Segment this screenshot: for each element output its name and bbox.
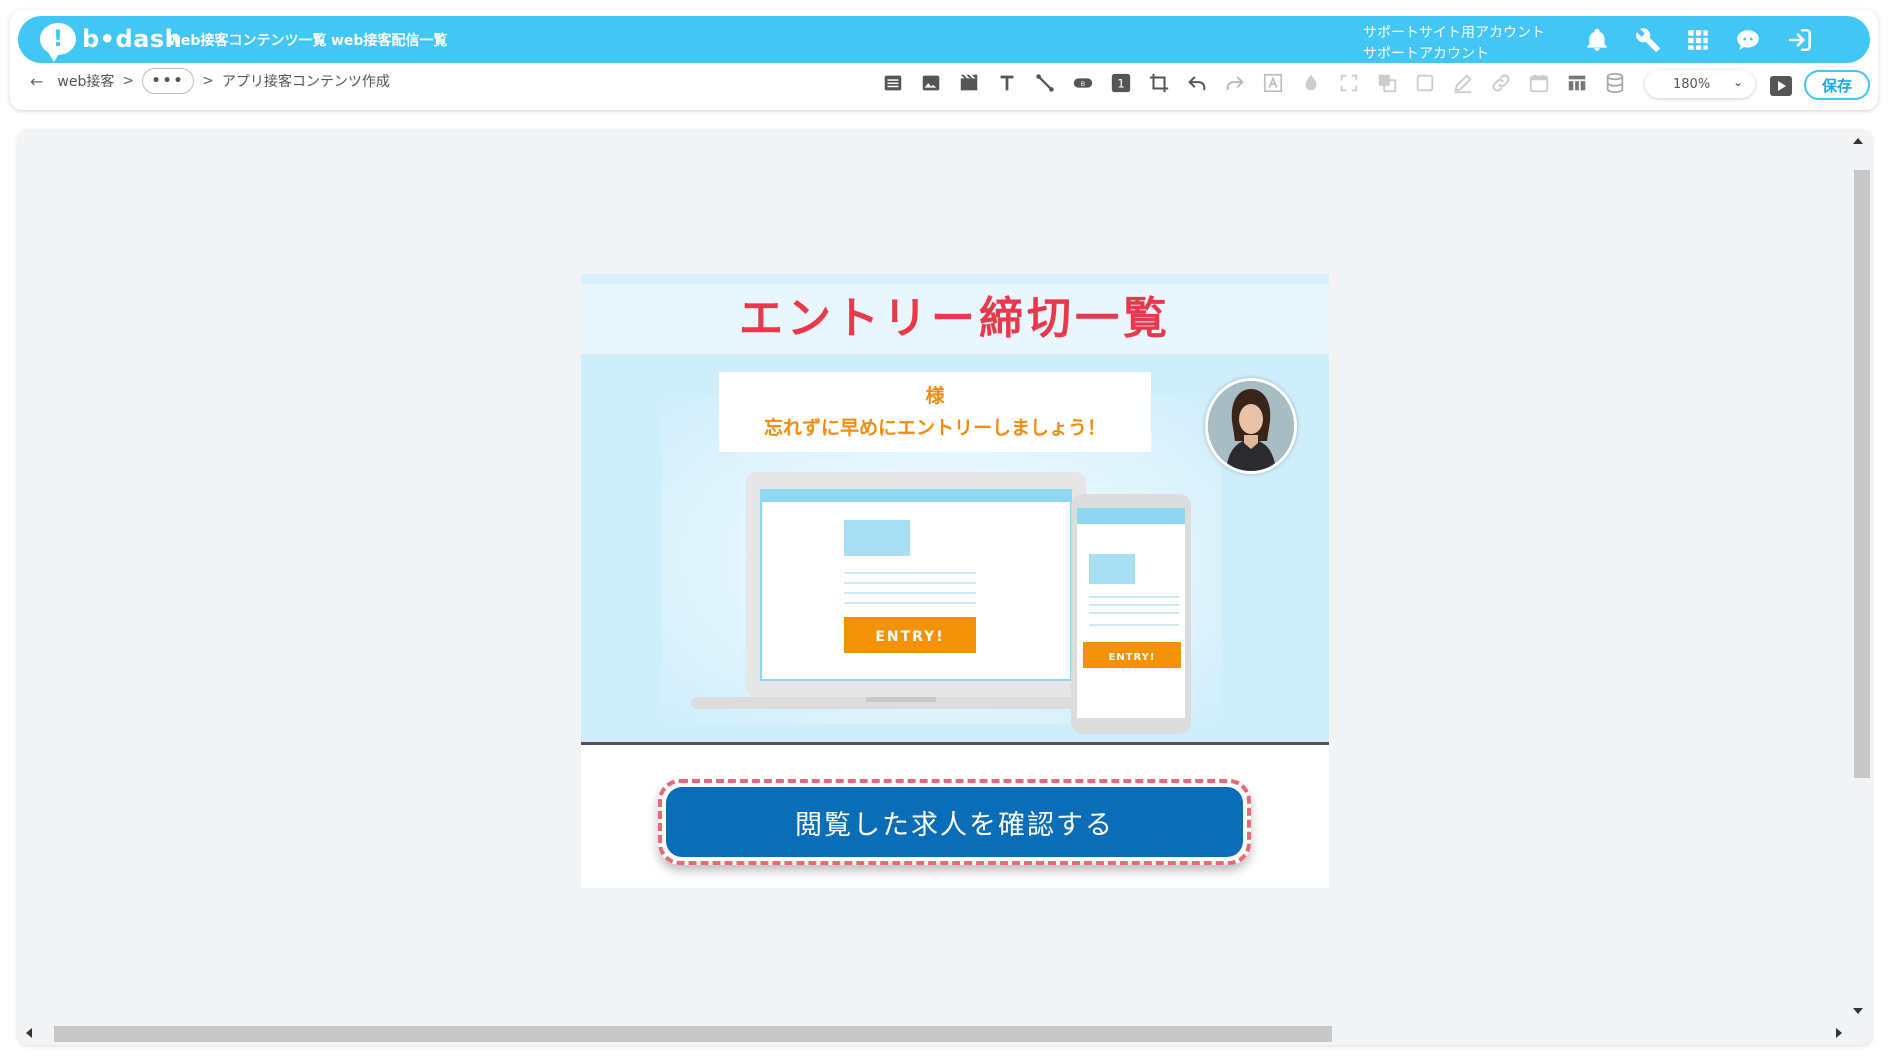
link-icon[interactable]: [1488, 70, 1514, 96]
redo-icon[interactable]: [1222, 70, 1248, 96]
breadcrumb-root[interactable]: web接客: [57, 71, 114, 91]
wrench-icon[interactable]: [1634, 26, 1662, 54]
horizontal-scrollbar[interactable]: [54, 1026, 1332, 1042]
phone-entry-label: ENTRY!: [1109, 652, 1156, 663]
account-name: サポートサイト用アカウント: [1363, 25, 1545, 41]
expand-icon[interactable]: [1336, 70, 1362, 96]
laptop-illustration: ENTRY!: [691, 472, 1111, 709]
breadcrumb-separator: >: [202, 73, 214, 89]
back-arrow-icon[interactable]: ←: [30, 72, 43, 91]
image-icon[interactable]: [918, 70, 944, 96]
apps-grid-icon[interactable]: [1684, 26, 1712, 54]
laptop-entry-label: ENTRY!: [875, 629, 944, 645]
breadcrumb-more-button[interactable]: •••: [142, 68, 195, 94]
hero-image[interactable]: ENTRY! ENTRY! 様 忘れずに早めにエントリーしましょう！: [581, 354, 1329, 744]
message-line2: 忘れずに早めにエントリーしましょう！: [763, 417, 1106, 439]
content-artboard[interactable]: エントリー締切一覧 ENTRY! ENTRY! 様 忘れずに早めにエントリーしま…: [581, 274, 1329, 888]
scroll-down-arrow-icon[interactable]: [1853, 1008, 1863, 1014]
calendar-icon[interactable]: [1526, 70, 1552, 96]
video-icon[interactable]: [956, 70, 982, 96]
vertical-scrollbar[interactable]: [1854, 170, 1870, 778]
cta-button[interactable]: 閲覧した求人を確認する: [666, 787, 1243, 857]
undo-icon[interactable]: [1184, 70, 1210, 96]
logo-mark-icon: !: [40, 23, 76, 62]
text-icon[interactable]: [994, 70, 1020, 96]
account-info[interactable]: サポートサイト用アカウント サポートアカウント: [1363, 23, 1545, 65]
database-icon[interactable]: [1602, 70, 1628, 96]
breadcrumb-current: アプリ接客コンテンツ作成: [221, 74, 390, 90]
preview-play-icon[interactable]: [1770, 76, 1792, 96]
message-box[interactable]: 様 忘れずに早めにエントリーしましょう！: [719, 372, 1151, 452]
text-frame-icon[interactable]: [1260, 70, 1286, 96]
title-band[interactable]: エントリー締切一覧: [581, 274, 1329, 354]
cta-selection-outline[interactable]: 閲覧した求人を確認する: [658, 779, 1251, 865]
scroll-up-arrow-icon[interactable]: [1853, 138, 1863, 144]
breadcrumb: ← web接客 > ••• > アプリ接客コンテンツ作成: [30, 66, 390, 96]
top-navigation-bar: ! b•dash web接客コンテンツ一覧 web接客配信一覧 サポートサイト用…: [18, 16, 1870, 63]
bell-icon[interactable]: [1583, 26, 1611, 54]
button-icon[interactable]: B: [1070, 70, 1096, 96]
nav-web-delivery-list[interactable]: web接客配信一覧: [331, 30, 447, 50]
svg-text:1: 1: [1117, 77, 1125, 91]
table-icon[interactable]: [1564, 70, 1590, 96]
scroll-left-arrow-icon[interactable]: [26, 1028, 32, 1038]
layers-icon[interactable]: [1374, 70, 1400, 96]
zoom-select[interactable]: 180% ⌄: [1645, 70, 1755, 98]
logo[interactable]: ! b•dash: [40, 22, 182, 62]
save-button[interactable]: 保存: [1804, 70, 1870, 100]
content-title[interactable]: エントリー締切一覧: [739, 282, 1171, 346]
message-line1: 様: [925, 385, 945, 407]
chevron-down-icon: ⌄: [1732, 75, 1743, 89]
line-icon[interactable]: [1032, 70, 1058, 96]
logout-icon[interactable]: [1786, 26, 1814, 54]
breadcrumb-separator: >: [122, 73, 135, 89]
scroll-right-arrow-icon[interactable]: [1836, 1028, 1842, 1038]
svg-text:B: B: [1081, 80, 1085, 88]
nav-web-content-list[interactable]: web接客コンテンツ一覧: [168, 30, 326, 50]
support-chat-icon[interactable]: [1734, 26, 1762, 54]
account-sub: サポートアカウント: [1363, 46, 1489, 62]
pen-icon[interactable]: [1450, 70, 1476, 96]
editor-canvas[interactable]: エントリー締切一覧 ENTRY! ENTRY! 様 忘れずに早めにエントリーしま…: [18, 130, 1872, 1045]
avatar[interactable]: [1205, 378, 1297, 474]
color-drop-icon[interactable]: [1298, 70, 1324, 96]
number-icon[interactable]: 1: [1108, 70, 1134, 96]
list-icon[interactable]: [880, 70, 906, 96]
crop-icon[interactable]: [1146, 70, 1172, 96]
zoom-value: 180%: [1673, 76, 1711, 92]
square-icon[interactable]: [1412, 70, 1438, 96]
divider-line: [581, 742, 1329, 745]
phone-illustration: ENTRY!: [1071, 494, 1191, 734]
